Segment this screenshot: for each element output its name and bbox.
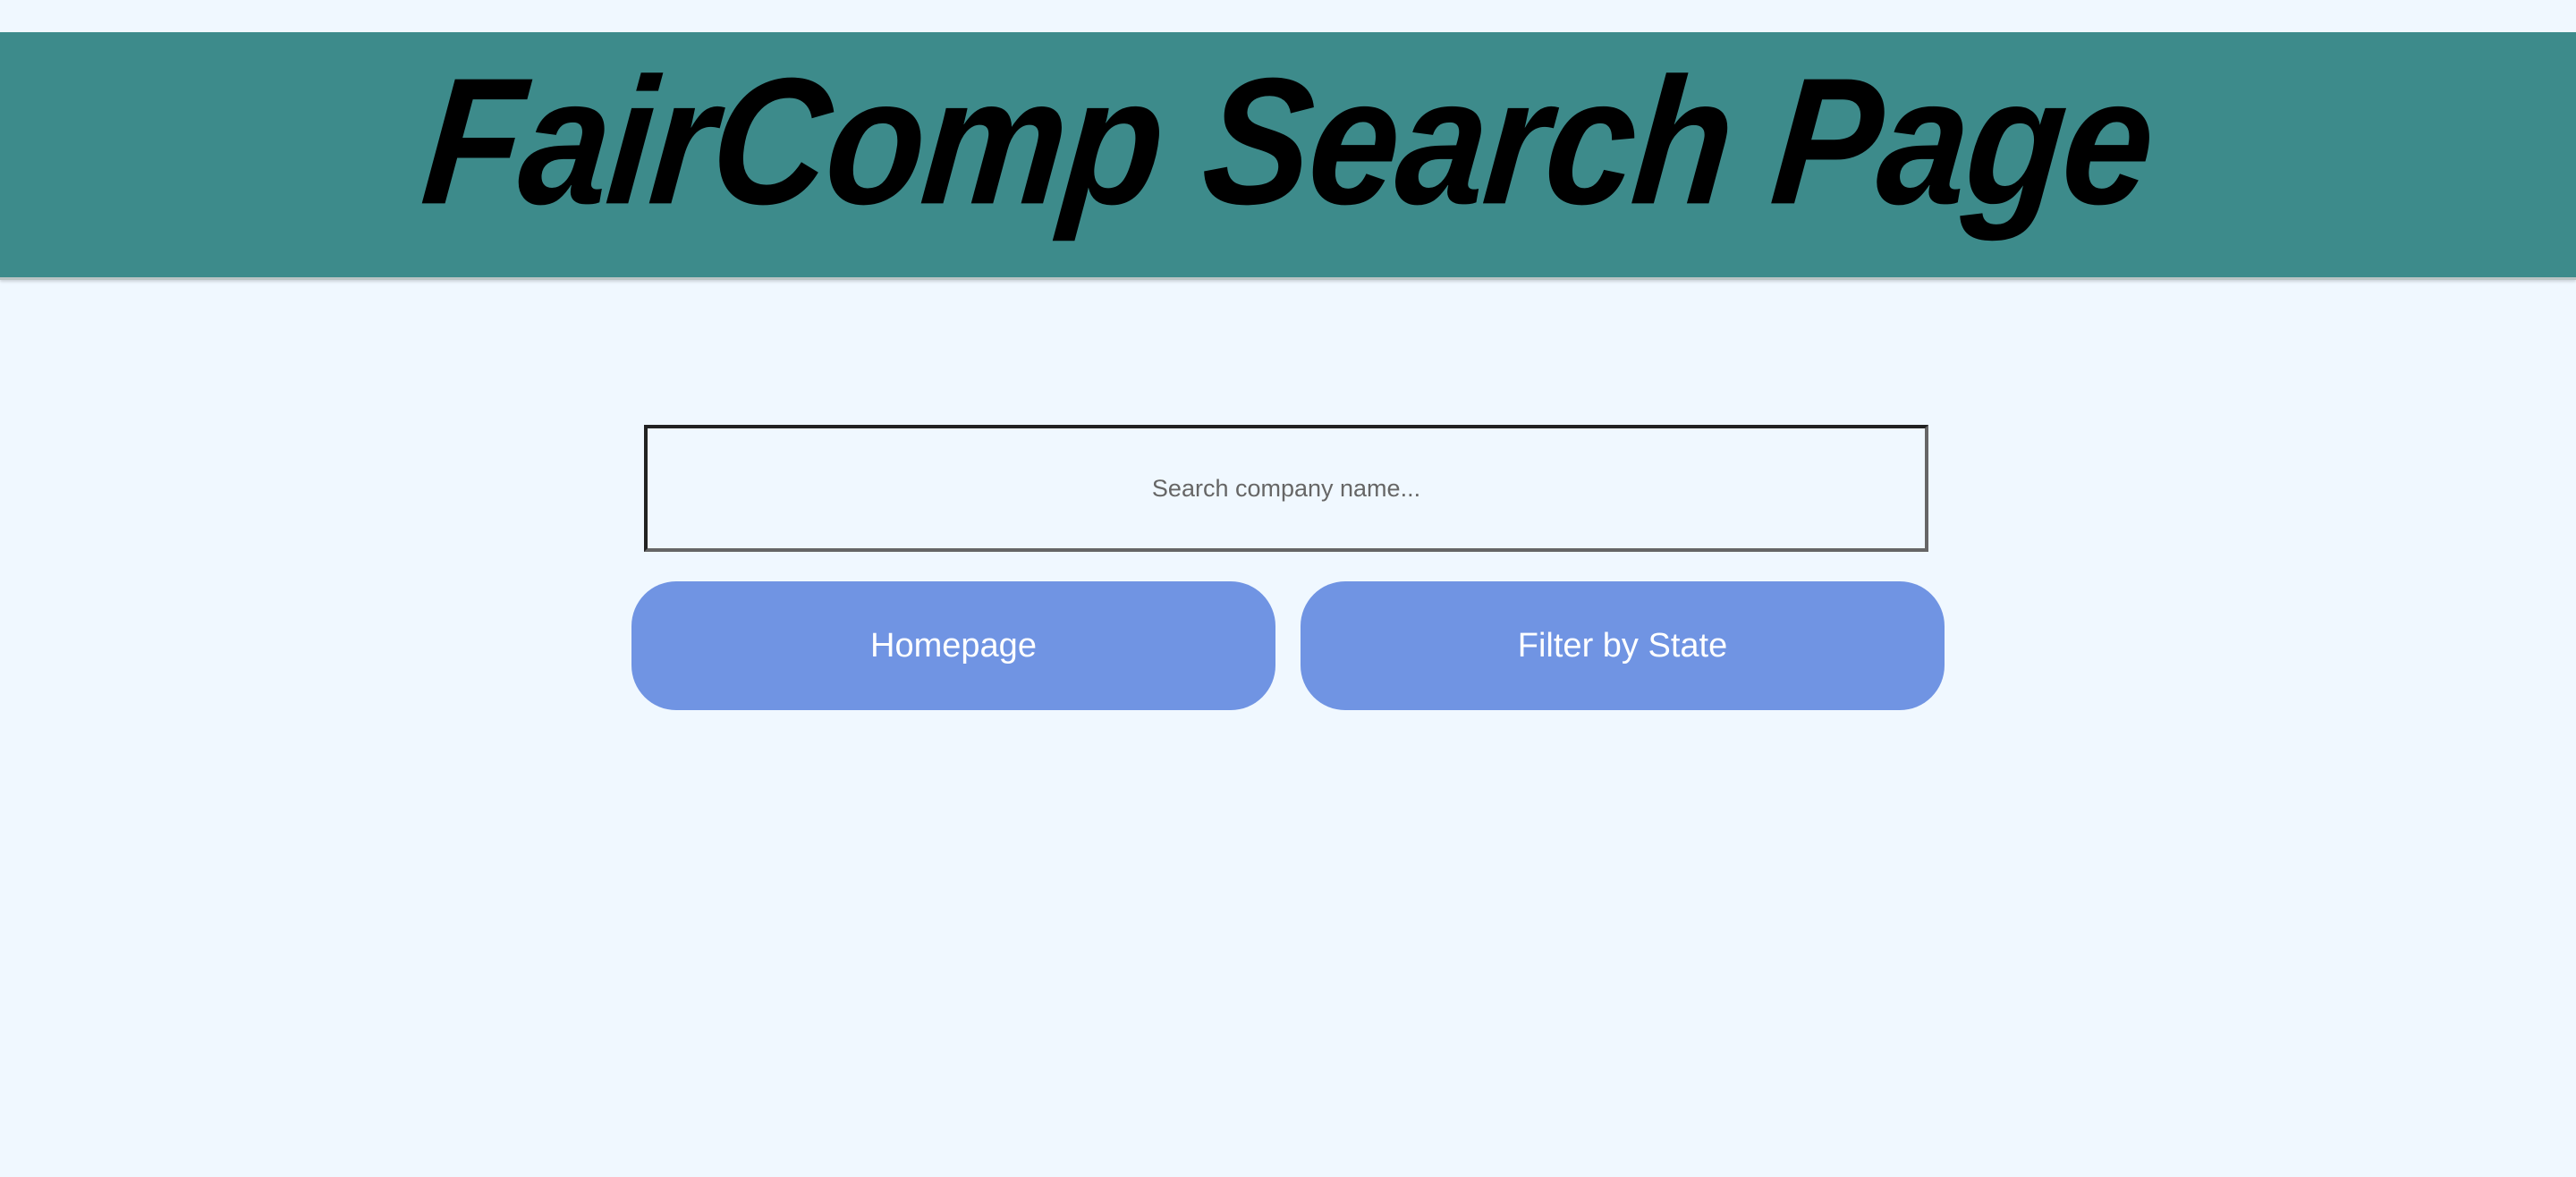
filter-by-state-button[interactable]: Filter by State	[1301, 581, 1945, 710]
search-input[interactable]	[644, 425, 1928, 552]
page-title: FairComp Search Page	[415, 40, 2161, 242]
page-header: FairComp Search Page	[0, 32, 2576, 280]
homepage-button[interactable]: Homepage	[631, 581, 1275, 710]
